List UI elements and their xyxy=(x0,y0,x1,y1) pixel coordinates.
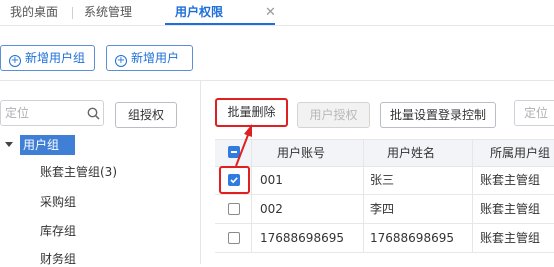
annotation-arrow-icon xyxy=(235,124,252,167)
